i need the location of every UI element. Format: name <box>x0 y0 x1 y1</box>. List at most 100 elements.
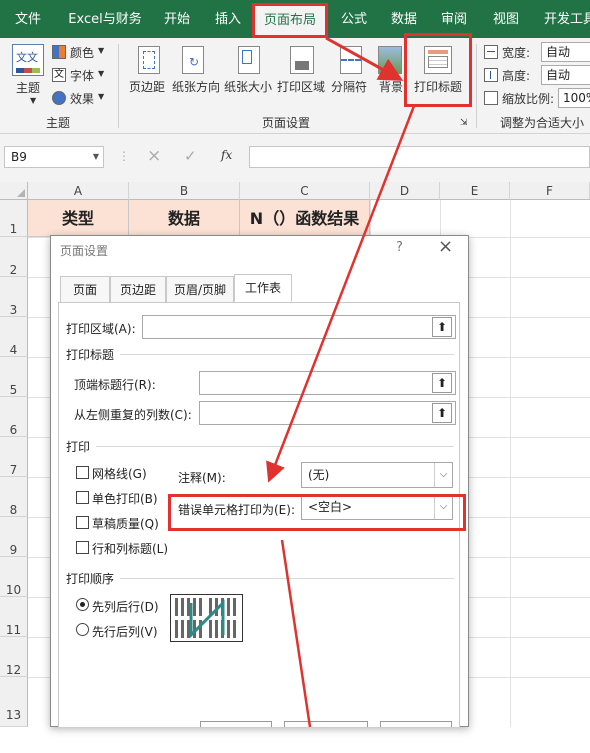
gridlines-checkbox[interactable] <box>76 466 89 479</box>
dialog-tab-sheet[interactable]: 工作表 <box>234 274 292 302</box>
rows-to-repeat-input[interactable] <box>199 371 456 395</box>
row-col-headings-checkbox[interactable] <box>76 541 89 554</box>
cell-a1[interactable]: 类型 <box>28 200 129 237</box>
page-setup-launcher-icon[interactable]: ⇲ <box>460 118 468 128</box>
dialog-button[interactable] <box>380 721 452 727</box>
print-area-icon <box>290 46 314 74</box>
background-button[interactable]: 背景 <box>379 78 403 95</box>
margins-button[interactable]: 页边距 <box>129 78 165 95</box>
insert-function-icon[interactable]: fx <box>221 148 232 162</box>
margins-icon <box>138 46 160 74</box>
cell-b1[interactable]: 数据 <box>129 200 240 237</box>
orientation-button[interactable]: 纸张方向 <box>172 78 220 95</box>
formula-input[interactable] <box>249 146 590 168</box>
draft-quality-checkbox[interactable] <box>76 516 89 529</box>
tab-insert[interactable]: 插入 <box>206 0 250 38</box>
print-area-collapse-icon[interactable]: ⬆ <box>432 317 452 337</box>
row-header-6[interactable]: 6 <box>0 397 28 437</box>
width-icon <box>484 45 498 59</box>
column-header-e[interactable]: E <box>440 182 510 200</box>
row-header-5[interactable]: 5 <box>0 357 28 397</box>
row-header-3[interactable]: 3 <box>0 277 28 317</box>
theme-group-label: 主题 <box>46 116 71 130</box>
cancel-icon[interactable]: × <box>147 146 161 166</box>
breaks-button[interactable]: 分隔符 <box>331 78 367 95</box>
close-icon[interactable]: × <box>438 236 453 257</box>
fonts-button[interactable]: 字体 <box>70 67 94 84</box>
effects-button[interactable]: 效果 <box>70 90 94 107</box>
row-header-1[interactable]: 1 <box>0 200 28 237</box>
columns-to-repeat-label: 从左侧重复的列数(C): <box>74 408 192 422</box>
tab-page-layout[interactable]: 页面布局 <box>252 3 328 38</box>
draft-quality-label: 草稿质量(Q) <box>92 517 159 531</box>
row-header-10[interactable]: 10 <box>0 557 28 597</box>
name-box[interactable]: B9 ▼ <box>4 146 104 168</box>
width-label: 宽度: <box>502 46 531 60</box>
breaks-icon <box>340 46 362 74</box>
row-header-4[interactable]: 4 <box>0 317 28 357</box>
tab-file[interactable]: 文件 <box>0 0 56 38</box>
row-header-9[interactable]: 9 <box>0 517 28 557</box>
gridline <box>510 200 511 727</box>
print-titles-highlight <box>404 33 472 107</box>
select-all-corner[interactable] <box>0 182 28 200</box>
column-header-a[interactable]: A <box>28 182 129 200</box>
effects-chevron-icon: ▼ <box>98 92 105 101</box>
section-divider <box>120 354 454 355</box>
scale-input[interactable]: 100% <box>558 88 590 108</box>
print-area-input[interactable] <box>142 315 456 339</box>
chevron-down-icon[interactable]: ⌵ <box>434 463 452 487</box>
paper-size-button[interactable]: 纸张大小 <box>224 78 272 95</box>
drag-handle-icon: ⋮ <box>118 149 130 163</box>
row-header-2[interactable]: 2 <box>0 237 28 277</box>
width-select[interactable]: 自动 <box>541 42 590 62</box>
columns-to-repeat-input[interactable] <box>199 401 456 425</box>
scale-group-label: 调整为合适大小 <box>500 116 585 130</box>
columns-collapse-icon[interactable]: ⬆ <box>432 403 452 423</box>
tab-view[interactable]: 视图 <box>484 0 528 38</box>
ribbon-tab-bar: 文件 Excel与财务 开始 插入 页面布局 公式 数据 审阅 视图 开发工具 <box>0 0 590 38</box>
dialog-tab-page[interactable]: 页面 <box>60 276 110 302</box>
over-then-down-label: 先行后列(V) <box>92 625 158 639</box>
cell-c1[interactable]: N（）函数结果 <box>240 200 370 237</box>
down-then-over-radio[interactable] <box>76 598 89 611</box>
column-header-d[interactable]: D <box>370 182 440 200</box>
tab-developer[interactable]: 开发工具 <box>538 0 590 38</box>
fonts-icon: 文 <box>52 68 66 82</box>
dialog-button[interactable] <box>284 721 368 727</box>
group-divider <box>118 44 119 128</box>
row-header-8[interactable]: 8 <box>0 477 28 517</box>
row-header-13[interactable]: 13 <box>0 677 28 727</box>
print-area-button[interactable]: 打印区域 <box>277 78 325 95</box>
paper-size-icon <box>238 46 260 74</box>
column-header-f[interactable]: F <box>510 182 590 200</box>
tab-formulas[interactable]: 公式 <box>332 0 376 38</box>
dialog-button[interactable] <box>200 721 272 727</box>
column-header-c[interactable]: C <box>240 182 370 200</box>
rows-collapse-icon[interactable]: ⬆ <box>432 373 452 393</box>
themes-icon[interactable]: 文文 <box>12 44 44 76</box>
enter-icon[interactable]: ✓ <box>184 147 197 165</box>
name-box-chevron-icon[interactable]: ▼ <box>93 147 99 167</box>
over-then-down-radio[interactable] <box>76 623 89 636</box>
orientation-icon: ↻ <box>182 46 204 74</box>
help-icon[interactable]: ? <box>396 240 403 255</box>
tab-excel-finance[interactable]: Excel与财务 <box>62 0 148 38</box>
black-white-label: 单色打印(B) <box>92 492 158 506</box>
black-white-checkbox[interactable] <box>76 491 89 504</box>
down-then-over-label: 先列后行(D) <box>92 600 159 614</box>
height-select[interactable]: 自动 <box>541 65 590 85</box>
row-header-7[interactable]: 7 <box>0 437 28 477</box>
colors-button[interactable]: 颜色 <box>70 44 94 61</box>
row-header-12[interactable]: 12 <box>0 637 28 677</box>
comments-select[interactable]: (无) ⌵ <box>301 462 453 488</box>
dialog-tab-header-footer[interactable]: 页眉/页脚 <box>166 276 234 302</box>
section-divider <box>120 578 454 579</box>
dialog-tab-margins[interactable]: 页边距 <box>110 276 166 302</box>
column-header-b[interactable]: B <box>129 182 240 200</box>
themes-dropdown-icon[interactable]: ▼ <box>30 96 36 105</box>
row-header-11[interactable]: 11 <box>0 597 28 637</box>
tab-home[interactable]: 开始 <box>155 0 199 38</box>
background-icon <box>378 46 402 74</box>
themes-button[interactable]: 主题 <box>16 79 40 96</box>
